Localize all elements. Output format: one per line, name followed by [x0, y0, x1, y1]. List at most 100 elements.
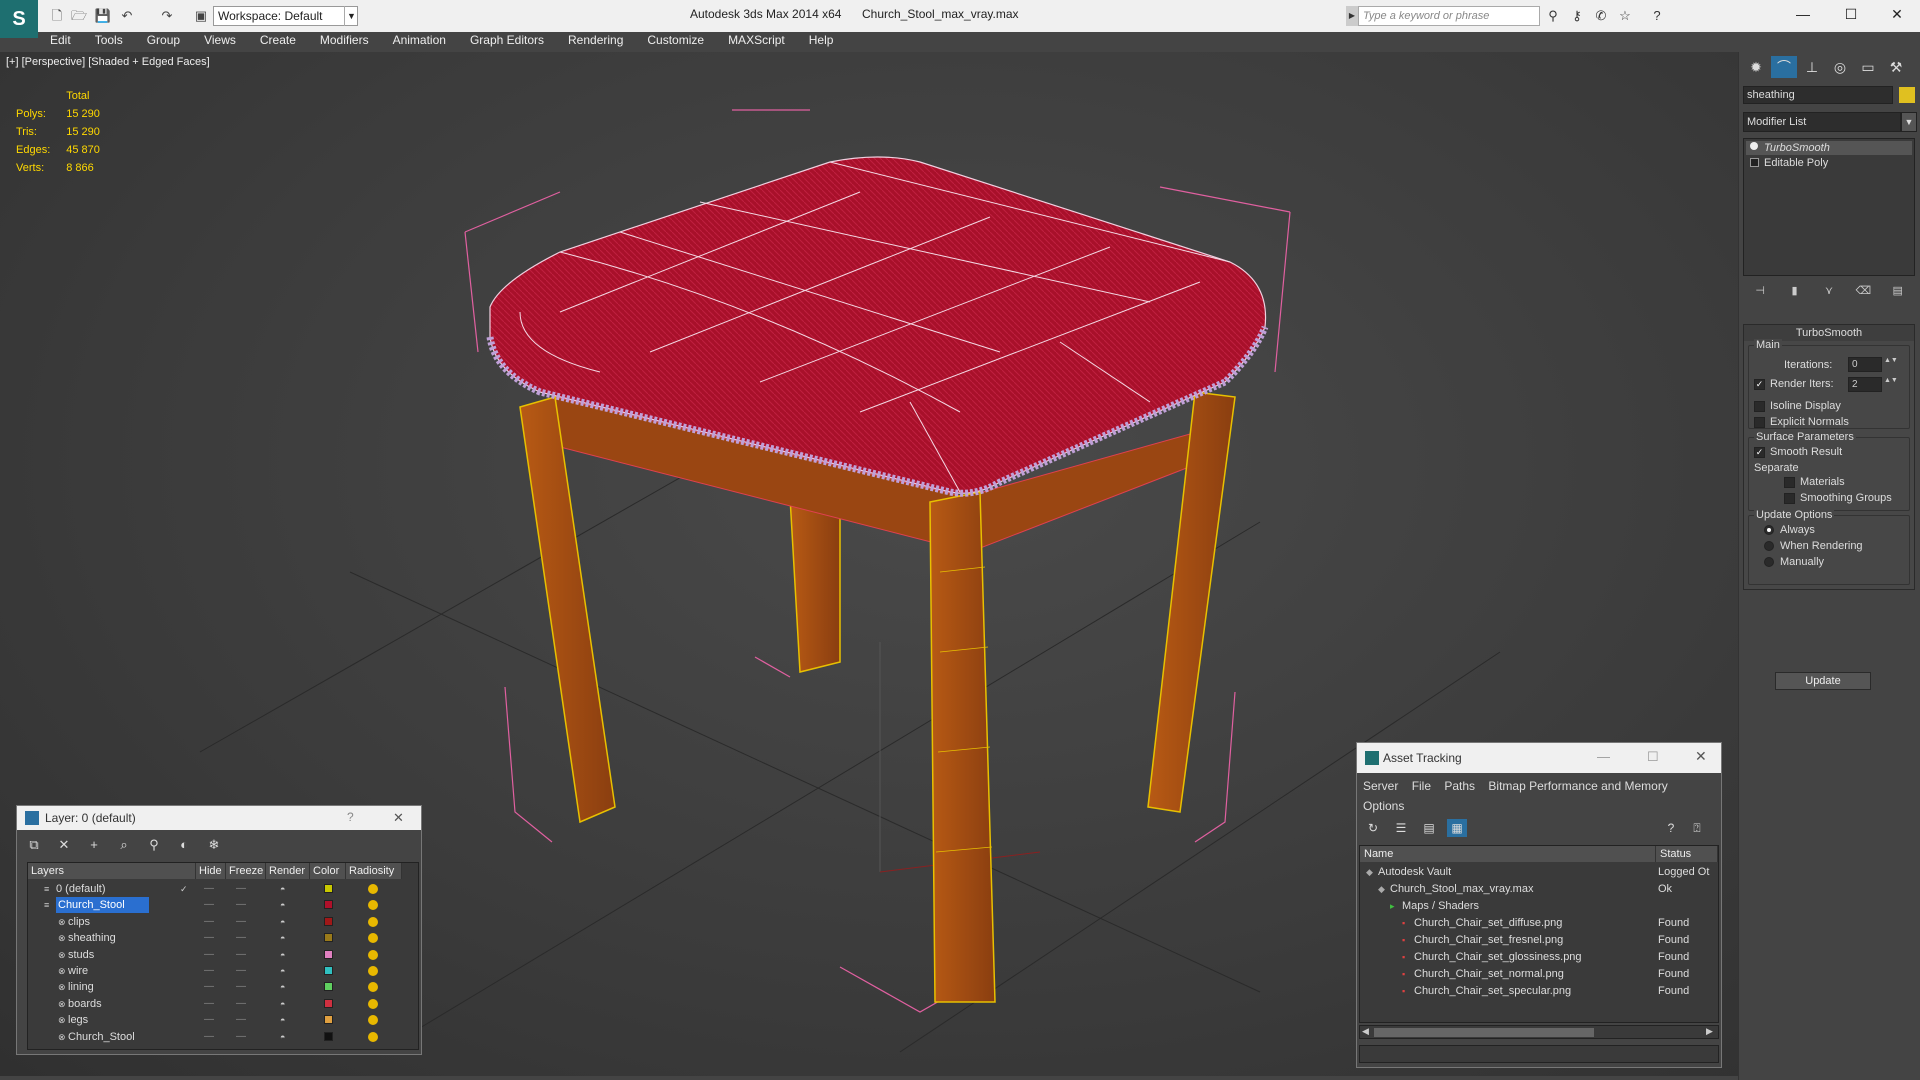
workspace-dropdown[interactable]: Workspace: Default [213, 6, 358, 26]
hide-toggle[interactable]: — [204, 1012, 214, 1028]
redo-icon[interactable]: ↷ [158, 8, 176, 24]
render-teapot-icon[interactable]: ◓ [280, 979, 285, 995]
menu-customize[interactable]: Customize [635, 32, 716, 52]
active-layer-check-icon[interactable]: ✓ [180, 881, 188, 897]
asset-tracking-title[interactable]: Asset Tracking [1357, 743, 1721, 773]
scroll-left-icon[interactable]: ◀ [1362, 1026, 1369, 1037]
expand-icon[interactable] [1750, 158, 1759, 167]
radiosity-icon[interactable] [368, 1031, 378, 1042]
iterations-input[interactable]: 0 [1848, 357, 1882, 372]
menu-server[interactable]: Server [1363, 779, 1398, 793]
minimize-icon[interactable]: — [1597, 749, 1610, 764]
highlight-layer-icon[interactable]: ⚲ [145, 836, 163, 854]
subscription-icon[interactable]: ⚷ [1568, 8, 1586, 24]
layer-color-swatch[interactable] [324, 982, 333, 992]
layer-dialog-title[interactable]: Layer: 0 (default) [17, 806, 421, 830]
help-icon[interactable]: ? [1661, 819, 1681, 837]
layer-color-swatch[interactable] [324, 966, 333, 975]
render-teapot-icon[interactable]: ◓ [280, 1012, 285, 1028]
menu-paths[interactable]: Paths [1444, 779, 1475, 793]
maximize-button[interactable]: ☐ [1828, 0, 1874, 30]
list-view-icon[interactable]: ☰ [1391, 819, 1411, 837]
menu-edit[interactable]: Edit [38, 32, 83, 52]
radiosity-icon[interactable] [368, 916, 378, 927]
freeze-toggle[interactable]: — [236, 914, 246, 930]
modifier-list-dropdown[interactable]: Modifier List [1743, 112, 1901, 132]
render-teapot-icon[interactable]: ◓ [280, 930, 285, 946]
layer-row[interactable]: lining ⊗ — — ◓ [28, 979, 418, 995]
materials-checkbox[interactable] [1784, 477, 1795, 488]
hierarchy-tab-icon[interactable]: ⊥ [1799, 56, 1825, 78]
close-icon[interactable]: ✕ [393, 810, 404, 826]
menu-animation[interactable]: Animation [381, 32, 458, 52]
layer-manager-icon[interactable]: ⧉ [25, 836, 43, 854]
create-tab-icon[interactable]: ✹ [1743, 56, 1769, 78]
column-color[interactable]: Color [310, 863, 346, 879]
freeze-toggle[interactable]: — [236, 947, 246, 963]
freeze-all-icon[interactable]: ❄ [205, 836, 223, 854]
object-name-field[interactable]: sheathing [1743, 86, 1893, 104]
scrollbar-thumb[interactable] [1374, 1028, 1594, 1037]
refresh-icon[interactable]: ↻ [1363, 819, 1383, 837]
search-expand-icon[interactable]: ▶ [1346, 6, 1358, 26]
smoothing-groups-checkbox[interactable] [1784, 493, 1795, 504]
layer-color-swatch[interactable] [324, 884, 333, 893]
hide-toggle[interactable]: — [204, 963, 214, 979]
explicit-normals-checkbox[interactable] [1754, 417, 1765, 428]
select-objects-icon[interactable]: ⌕ [115, 836, 133, 854]
hide-toggle[interactable]: — [204, 930, 214, 946]
radiosity-icon[interactable] [368, 949, 378, 960]
pin-stack-icon[interactable]: ⊣ [1751, 282, 1769, 300]
display-tab-icon[interactable]: ▭ [1855, 56, 1881, 78]
layer-color-swatch[interactable] [324, 998, 333, 1008]
radiosity-icon[interactable] [368, 1015, 378, 1026]
stack-item-editable-poly[interactable]: Editable Poly [1746, 156, 1912, 170]
asset-row[interactable]: ◆ Autodesk Vault Logged Ot [1360, 864, 1718, 881]
menu-group[interactable]: Group [135, 32, 192, 52]
layer-color-swatch[interactable] [324, 1031, 333, 1041]
show-end-result-icon[interactable]: ▮ [1786, 282, 1804, 300]
menu-modifiers[interactable]: Modifiers [308, 32, 381, 52]
binoculars-icon[interactable]: ⚲ [1544, 8, 1562, 24]
column-name[interactable]: Name [1360, 846, 1656, 862]
viewport-label[interactable]: [+] [Perspective] [Shaded + Edged Faces] [6, 56, 210, 68]
layer-row[interactable]: Church_Stool ⊗ — — ◓ [28, 1029, 418, 1045]
modify-tab-icon[interactable]: ⌒ [1771, 56, 1797, 78]
render-teapot-icon[interactable]: ◓ [280, 996, 285, 1012]
column-radiosity[interactable]: Radiosity [346, 863, 402, 879]
column-layers[interactable]: Layers [28, 863, 196, 879]
close-button[interactable]: ✕ [1874, 0, 1920, 30]
column-status[interactable]: Status [1656, 846, 1718, 862]
menu-file[interactable]: File [1412, 779, 1431, 793]
help-icon[interactable]: ? [1648, 8, 1666, 24]
menu-views[interactable]: Views [192, 32, 248, 52]
freeze-toggle[interactable]: — [236, 881, 246, 897]
stack-item-turbosmooth[interactable]: TurboSmooth [1746, 141, 1912, 155]
radiosity-icon[interactable] [368, 900, 378, 911]
radiosity-icon[interactable] [368, 933, 378, 944]
layer-row[interactable]: sheathing ⊗ — — ◓ [28, 930, 418, 946]
freeze-toggle[interactable]: — [236, 1029, 246, 1045]
manually-radio[interactable] [1764, 557, 1774, 567]
layer-color-swatch[interactable] [324, 900, 333, 910]
lightbulb-icon[interactable] [1750, 142, 1758, 150]
update-button[interactable]: Update [1775, 672, 1871, 690]
tree-view-icon[interactable]: ▤ [1419, 819, 1439, 837]
render-teapot-icon[interactable]: ◓ [280, 947, 285, 963]
column-hide[interactable]: Hide [196, 863, 226, 879]
render-teapot-icon[interactable]: ◓ [280, 914, 285, 930]
radiosity-icon[interactable] [368, 982, 378, 993]
asset-row[interactable]: ▪ Church_Chair_set_normal.png Found [1360, 966, 1718, 983]
project-folder-icon[interactable]: ▣ [192, 8, 210, 24]
freeze-toggle[interactable]: — [236, 1012, 246, 1028]
freeze-toggle[interactable]: — [236, 996, 246, 1012]
layer-row[interactable]: studs ⊗ — — ◓ [28, 947, 418, 963]
freeze-toggle[interactable]: — [236, 963, 246, 979]
isoline-checkbox[interactable] [1754, 401, 1765, 412]
when-rendering-radio[interactable] [1764, 541, 1774, 551]
delete-layer-icon[interactable]: ✕ [55, 836, 73, 854]
remove-modifier-icon[interactable]: ⌫ [1854, 282, 1872, 300]
column-freeze[interactable]: Freeze [226, 863, 266, 879]
open-file-icon[interactable]: 🗁 [70, 8, 88, 24]
layer-row[interactable]: 0 (default) ≡ ✓ — — ◓ [28, 881, 418, 897]
